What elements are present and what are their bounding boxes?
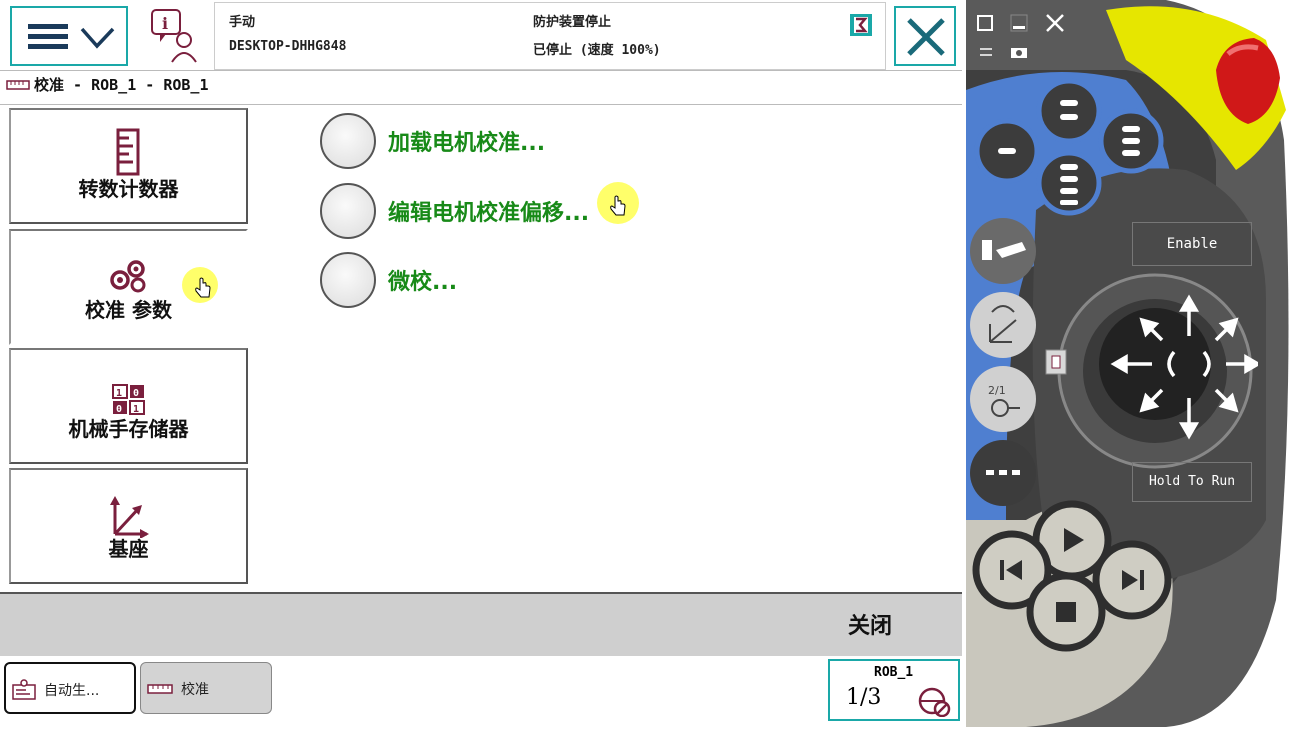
programmable-key-3[interactable] (1098, 108, 1164, 178)
abb-menu-button[interactable] (10, 6, 128, 66)
gears-icon (109, 259, 149, 297)
task-auto-production[interactable]: 自动生... (4, 662, 136, 714)
taskbar: 自动生... 校准 (0, 656, 962, 727)
event-log-icon[interactable]: i (148, 8, 206, 66)
close-app-button[interactable] (894, 6, 956, 66)
task-label: 自动生... (44, 683, 100, 699)
chevron-down-icon (80, 26, 116, 54)
nav-label: 机械手存储器 (68, 417, 189, 441)
nav-smb-memory[interactable]: 1001 机械手存储器 (9, 348, 248, 464)
radio-button[interactable] (320, 183, 376, 239)
breadcrumb-text: 校准 - ROB_1 - ROB_1 (34, 76, 209, 94)
system-name: DESKTOP-DHHG848 (229, 39, 347, 54)
production-window-icon (12, 679, 38, 705)
calibration-ruler-icon (147, 683, 173, 699)
hamburger-icon (28, 22, 70, 56)
motion-mode-linear-button[interactable] (968, 290, 1038, 364)
nav-label: 基座 (108, 537, 149, 561)
flexpendant-panel: 2/1 Enable Hold To Run (966, 0, 1296, 727)
stop-button[interactable] (1026, 572, 1106, 656)
mechanical-unit-button[interactable] (968, 216, 1038, 290)
quickset-robot: ROB_1 (874, 665, 914, 680)
nav-revolution-counters[interactable]: 转数计数器 (9, 108, 248, 224)
hold-to-run-label: Hold To Run (1132, 462, 1252, 502)
operating-mode: 手动 (229, 15, 256, 30)
swap-icon[interactable] (978, 44, 994, 64)
quickset-button[interactable]: ROB_1 1/3 (828, 659, 960, 721)
hand-cursor-icon (194, 277, 212, 303)
calibration-ruler-icon (6, 77, 30, 95)
close-button[interactable]: 关闭 (848, 608, 892, 640)
svg-text:0: 0 (133, 388, 139, 399)
camera-icon[interactable] (1010, 44, 1028, 63)
motion-mode-axis-button[interactable]: 2/1 (968, 364, 1038, 438)
svg-text:i: i (162, 14, 168, 33)
close-icon (905, 16, 947, 62)
safety-status: 防护装置停止 (533, 15, 612, 30)
restore-icon[interactable] (976, 14, 994, 36)
joystick[interactable] (1052, 268, 1262, 478)
emergency-stop-button[interactable] (1210, 30, 1286, 134)
nav-label: 转数计数器 (78, 177, 179, 201)
option-label: 微校... (388, 270, 458, 295)
command-bar: 关闭 (0, 592, 962, 658)
hand-cursor-icon (609, 195, 627, 221)
nav-base[interactable]: 基座 (9, 468, 248, 584)
radio-button[interactable] (320, 252, 376, 308)
svg-text:2/1: 2/1 (988, 384, 1006, 397)
option-label: 加载电机校准... (388, 131, 546, 156)
increment-toggle-button[interactable] (968, 438, 1038, 512)
breadcrumb: 校准 - ROB_1 - ROB_1 (6, 74, 209, 95)
programmable-key-4[interactable] (1036, 150, 1102, 220)
increment-icon (916, 683, 952, 721)
programmable-key-2[interactable] (974, 118, 1040, 188)
task-calibration[interactable]: 校准 (140, 662, 272, 714)
enable-label: Enable (1132, 222, 1252, 266)
programmable-key-1[interactable] (1036, 78, 1102, 148)
close-window-icon[interactable] (1044, 12, 1066, 38)
radio-button[interactable] (320, 113, 376, 169)
status-panel[interactable]: 手动 DESKTOP-DHHG848 防护装置停止 已停止 (速度 100%) (214, 2, 886, 70)
minimize-icon[interactable] (1010, 14, 1028, 36)
svg-text:1: 1 (116, 388, 122, 399)
run-status: 已停止 (速度 100%) (533, 43, 661, 58)
option-label: 编辑电机校准偏移... (388, 201, 590, 226)
task-label: 校准 (181, 682, 209, 698)
increment-fraction: 1/3 (846, 685, 882, 710)
motor-off-icon (849, 13, 873, 41)
tooltip-toggle-icon[interactable] (1044, 348, 1068, 380)
